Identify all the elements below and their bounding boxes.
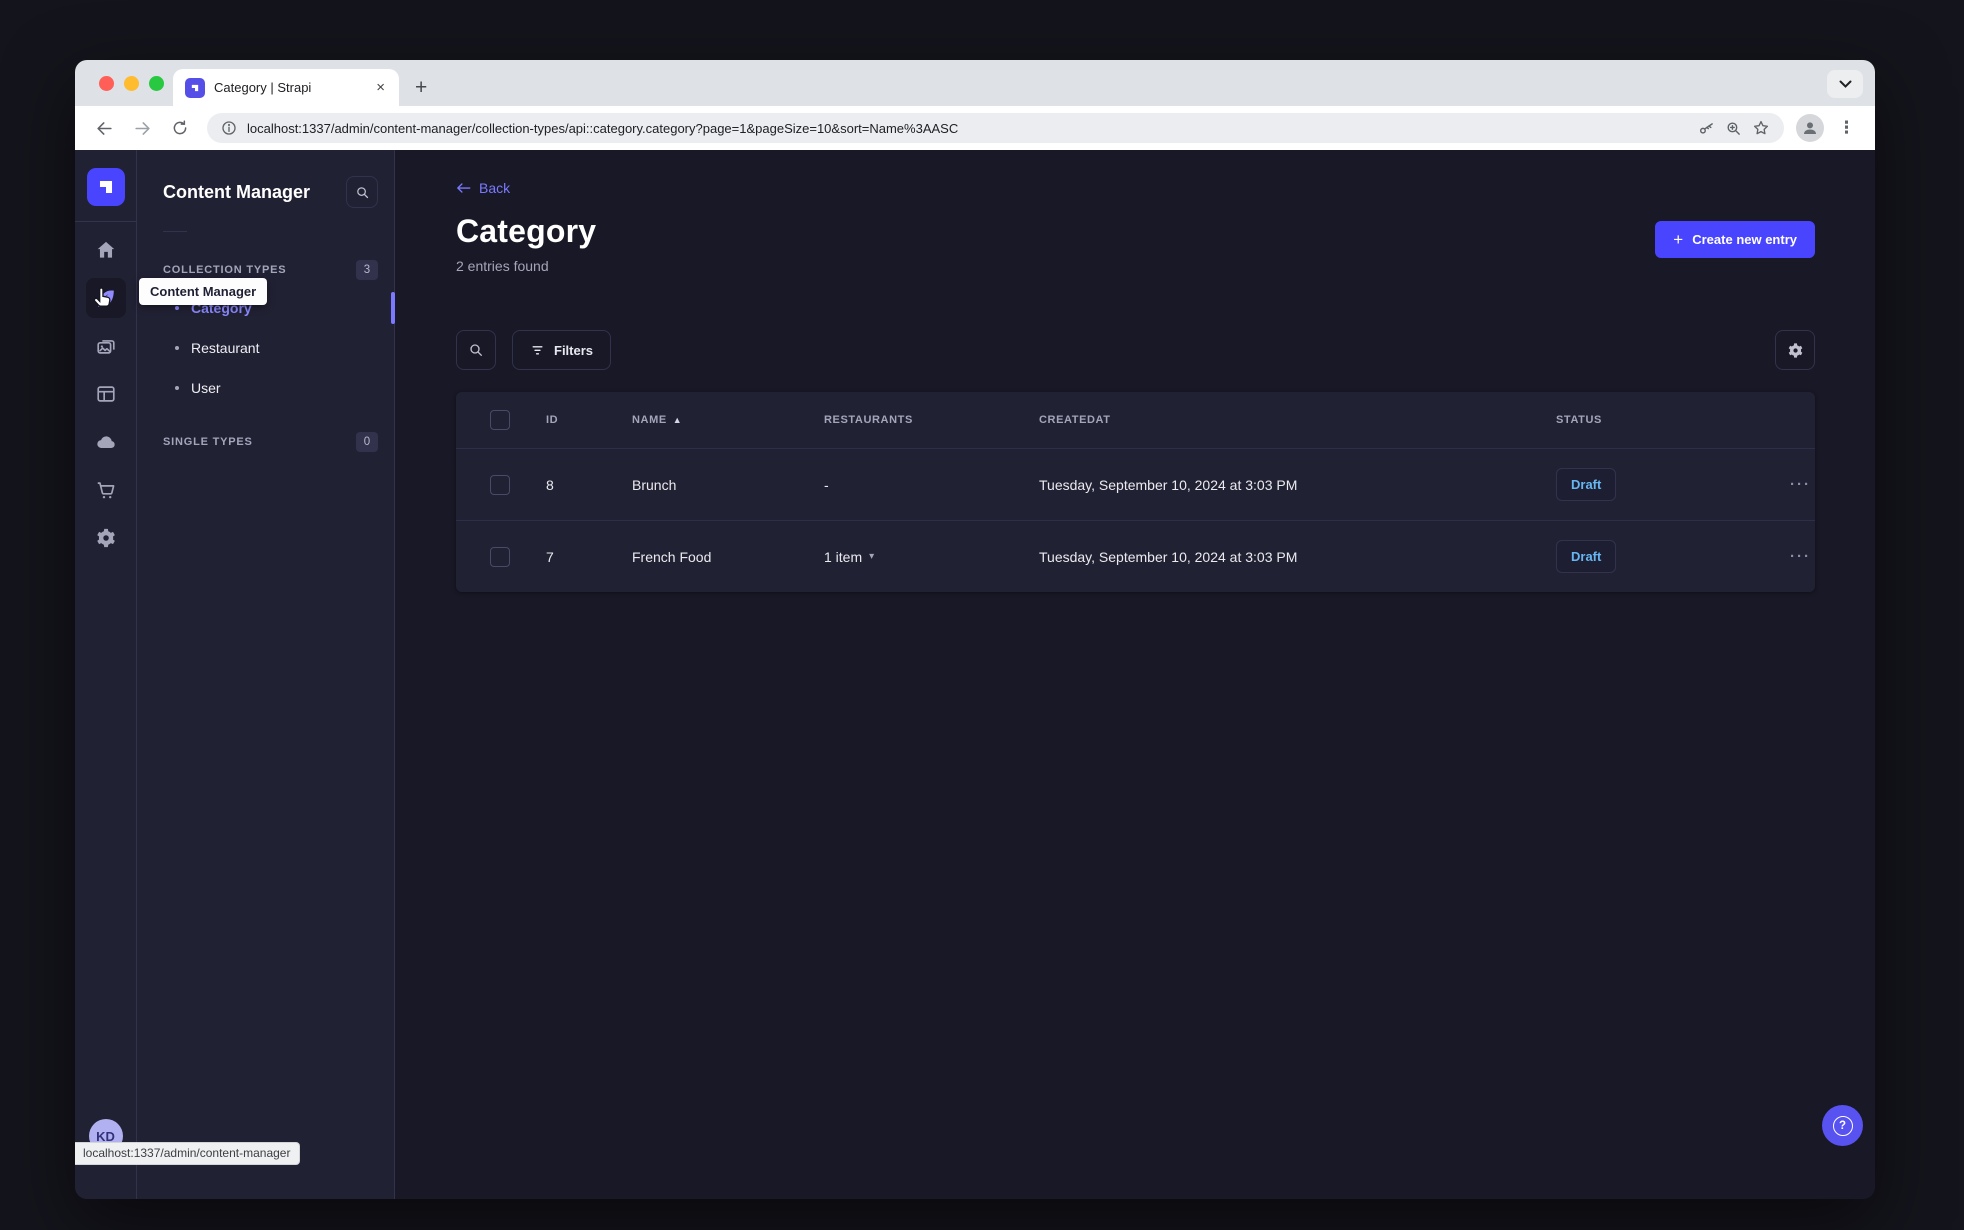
cell-id: 8 (546, 476, 554, 493)
collection-type-item[interactable]: Restaurant (137, 328, 394, 368)
cloud-icon[interactable] (82, 418, 130, 466)
traffic-light-close[interactable] (99, 76, 114, 91)
back-arrow-icon[interactable] (89, 113, 119, 143)
marketplace-icon[interactable] (82, 466, 130, 514)
back-link[interactable]: Back (456, 180, 510, 196)
media-library-icon[interactable] (82, 322, 130, 370)
collection-type-item[interactable]: User (137, 368, 394, 408)
tab-search-chevron-icon[interactable] (1827, 70, 1863, 98)
strapi-page: KD Content Manager COLLECTION TYPES 3 Ca… (75, 150, 1875, 1199)
strapi-logo-icon[interactable] (86, 168, 125, 206)
browser-menu-icon[interactable]: ⋮ (1832, 118, 1861, 138)
collection-types-list: Category Restaurant User (137, 288, 395, 408)
filter-icon (532, 345, 543, 354)
filters-button[interactable]: Filters (512, 330, 612, 370)
column-header-status[interactable]: STATUS (1556, 414, 1754, 426)
tab-strip: Category | Strapi × + (75, 60, 1875, 106)
reload-icon[interactable] (165, 113, 195, 143)
row-checkbox[interactable] (490, 546, 510, 567)
collection-type-label: Restaurant (191, 340, 260, 356)
url-text[interactable]: localhost:1337/admin/content-manager/col… (247, 121, 1688, 136)
row-more-button[interactable]: ··· (1790, 548, 1811, 565)
subnav-title: Content Manager (163, 181, 311, 202)
tab-title: Category | Strapi (214, 80, 312, 95)
collection-type-label: User (191, 380, 221, 396)
table-row[interactable]: 7 French Food 1 item ▾ Tuesday, September… (456, 520, 1815, 592)
bullet-icon (175, 386, 179, 390)
zoom-in-icon[interactable] (1725, 120, 1742, 137)
select-all-checkbox[interactable] (490, 410, 510, 430)
cell-restaurants[interactable]: - (824, 477, 1039, 493)
page-title: Category (456, 213, 597, 249)
help-button[interactable]: ? (1822, 1105, 1863, 1146)
home-icon[interactable] (82, 226, 130, 274)
content-manager-tooltip: Content Manager (139, 278, 268, 305)
sidebar-divider (75, 221, 136, 222)
row-checkbox[interactable] (490, 474, 510, 495)
new-tab-icon[interactable]: + (415, 69, 427, 106)
settings-icon[interactable] (82, 514, 130, 562)
table-actions-row: Filters (456, 330, 1815, 370)
collection-types-label: COLLECTION TYPES (163, 264, 287, 276)
table-header-row: ID NAME ▲ RESTAURANTS CREATEDAT STATUS (456, 392, 1815, 448)
cell-createdat: Tuesday, September 10, 2024 at 3:03 PM (1039, 548, 1298, 565)
password-key-icon[interactable] (1698, 120, 1715, 137)
cell-name: French Food (632, 548, 712, 565)
browser-tab[interactable]: Category | Strapi × (173, 69, 399, 106)
view-settings-button[interactable] (1775, 330, 1815, 370)
content-manager-subnav: Content Manager COLLECTION TYPES 3 Categ… (137, 150, 395, 1199)
content-type-builder-icon[interactable] (82, 370, 130, 418)
cell-id: 7 (546, 548, 554, 565)
column-header-name[interactable]: NAME ▲ (632, 414, 824, 426)
browser-window: Category | Strapi × + localhost:1337/adm… (75, 60, 1875, 1199)
url-bar[interactable]: localhost:1337/admin/content-manager/col… (207, 113, 1784, 143)
traffic-lights (99, 76, 164, 91)
subnav-search-button[interactable] (346, 176, 378, 208)
traffic-light-minimize[interactable] (124, 76, 139, 91)
cell-restaurants[interactable]: 1 item ▾ (824, 549, 1039, 565)
close-tab-icon[interactable]: × (374, 79, 387, 96)
table-row[interactable]: 8 Brunch - Tuesday, September 10, 2024 a… (456, 448, 1815, 520)
column-header-id[interactable]: ID (546, 414, 632, 426)
plus-icon: + (1673, 230, 1684, 249)
page-info-icon[interactable] (221, 120, 237, 136)
status-badge: Draft (1556, 540, 1617, 573)
subnav-divider (163, 231, 187, 232)
sidebar-icon-nav (82, 226, 130, 562)
row-more-button[interactable]: ··· (1790, 476, 1811, 493)
bullet-icon (175, 306, 179, 310)
bookmark-star-icon[interactable] (1752, 119, 1770, 137)
entries-count: 2 entries found (456, 258, 549, 274)
entries-table: ID NAME ▲ RESTAURANTS CREATEDAT STATUS 8 … (456, 392, 1815, 592)
cell-name: Brunch (632, 476, 677, 493)
collection-types-count-badge: 3 (356, 260, 378, 280)
traffic-light-zoom[interactable] (149, 76, 164, 91)
forward-arrow-icon[interactable] (127, 113, 157, 143)
table-search-button[interactable] (456, 330, 496, 370)
column-header-createdat[interactable]: CREATEDAT (1039, 414, 1556, 426)
browser-toolbar: localhost:1337/admin/content-manager/col… (75, 106, 1875, 150)
help-icon: ? (1832, 1115, 1853, 1136)
table-body: 8 Brunch - Tuesday, September 10, 2024 a… (456, 448, 1815, 592)
single-types-count-badge: 0 (356, 432, 378, 452)
cell-createdat: Tuesday, September 10, 2024 at 3:03 PM (1039, 476, 1298, 493)
main-content: Back Category 2 entries found + Create n… (395, 150, 1875, 1199)
chevron-down-icon: ▾ (869, 551, 875, 562)
link-preview-status-bar: localhost:1337/admin/content-manager (75, 1142, 301, 1165)
status-badge: Draft (1556, 468, 1617, 501)
pointer-cursor-icon (91, 286, 115, 310)
create-new-entry-button[interactable]: + Create new entry (1655, 221, 1815, 258)
profile-avatar-icon[interactable] (1796, 114, 1824, 142)
gear-icon (1788, 342, 1802, 358)
single-types-label: SINGLE TYPES (163, 436, 253, 448)
column-header-restaurants[interactable]: RESTAURANTS (824, 414, 1039, 426)
strapi-favicon (185, 77, 205, 98)
bullet-icon (175, 346, 179, 350)
sort-ascending-icon: ▲ (672, 415, 683, 425)
